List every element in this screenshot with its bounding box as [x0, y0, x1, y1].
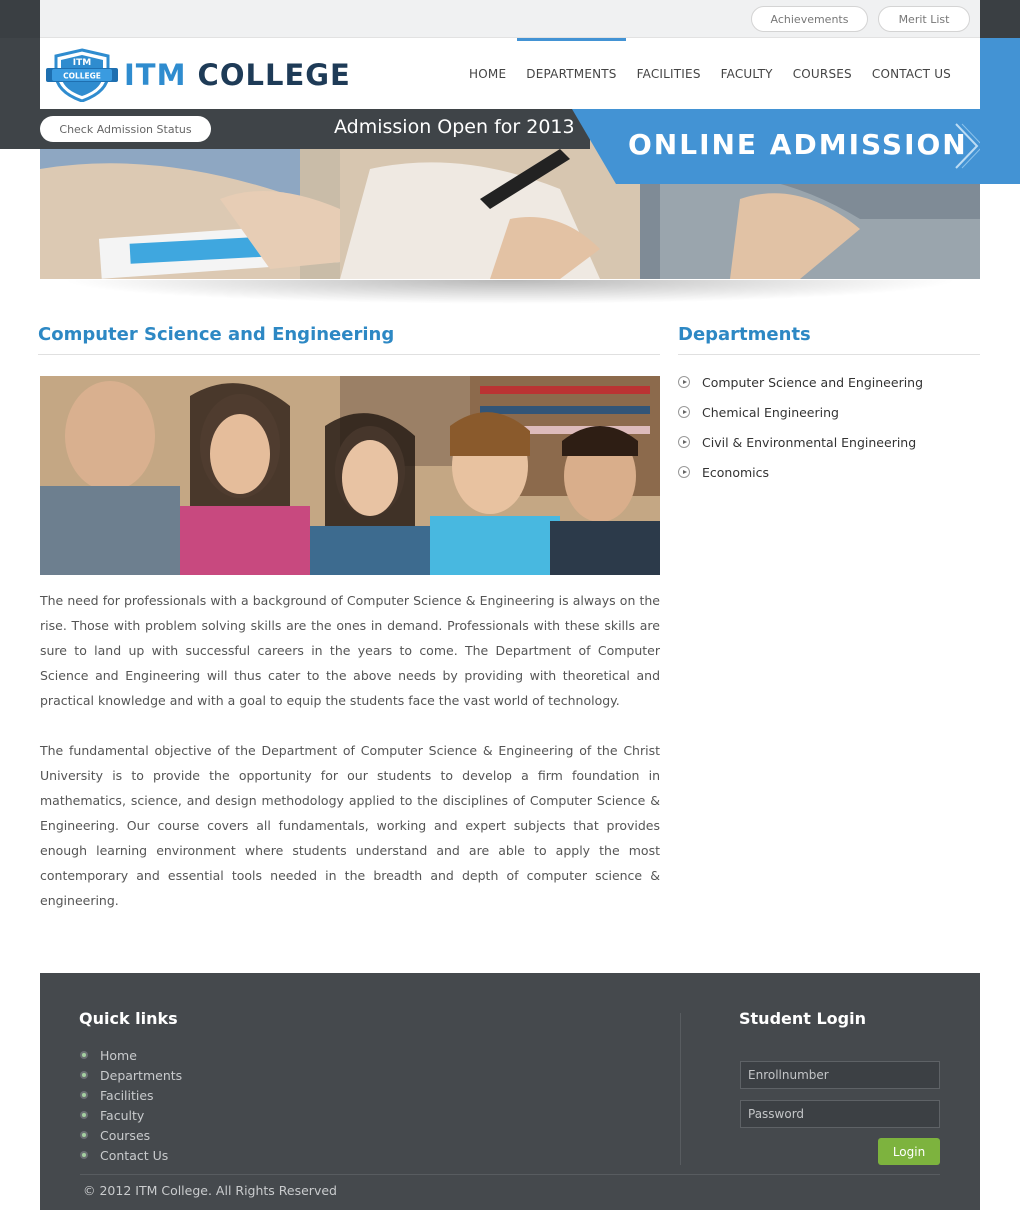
nav-facilities[interactable]: FACILITIES [628, 38, 710, 109]
header-band-left [0, 38, 40, 149]
dept-label: Computer Science and Engineering [702, 374, 924, 390]
online-admission-label: ONLINE ADMISSION [628, 128, 968, 161]
nav-courses[interactable]: COURSES [784, 38, 861, 109]
quick-link-home[interactable]: Home [80, 1045, 182, 1065]
merit-list-button[interactable]: Merit List [878, 6, 970, 32]
dept-item-computer-science[interactable]: Computer Science and Engineering [678, 367, 923, 397]
achievements-button[interactable]: Achievements [751, 6, 868, 32]
students-photo [40, 376, 660, 575]
login-button[interactable]: Login [878, 1138, 940, 1165]
top-strip-left [0, 0, 40, 38]
quick-link-facilities[interactable]: Facilities [80, 1085, 182, 1105]
title-divider [38, 354, 660, 355]
enroll-number-field[interactable] [740, 1061, 940, 1089]
quick-link-label: Contact Us [100, 1147, 169, 1163]
quick-link-label: Courses [100, 1127, 151, 1143]
top-utility-bar: Achievements Merit List [40, 0, 980, 38]
badge-line1: ITM [73, 58, 91, 68]
quick-link-contact-us[interactable]: Contact Us [80, 1145, 182, 1165]
copyright-text: © 2012 ITM College. All Rights Reserved [83, 1183, 337, 1198]
admission-open-text: Admission Open for 2013 [334, 116, 575, 138]
logo-word-college: COLLEGE [197, 58, 351, 92]
nav-faculty[interactable]: FACULTY [712, 38, 782, 109]
password-field[interactable] [740, 1100, 940, 1128]
bullet-icon [80, 1151, 88, 1159]
dept-item-chemical[interactable]: Chemical Engineering [678, 397, 923, 427]
footer-column-divider [680, 1013, 681, 1165]
quick-link-label: Departments [100, 1067, 183, 1083]
departments-title: Departments [678, 324, 811, 345]
objective-paragraph: The fundamental objective of the Departm… [40, 743, 660, 908]
quick-link-label: Home [100, 1047, 137, 1063]
quick-link-label: Faculty [100, 1107, 145, 1123]
quick-links-list: Home Departments Facilities Faculty Cour… [80, 1045, 182, 1165]
dept-item-civil[interactable]: Civil & Environmental Engineering [678, 427, 923, 457]
site-logo[interactable]: ITM COLLEGE ITM COLLEGE [46, 48, 351, 103]
quick-link-faculty[interactable]: Faculty [80, 1105, 182, 1125]
arrow-circle-icon [678, 376, 690, 388]
check-admission-status-button[interactable]: Check Admission Status [40, 116, 211, 142]
departments-list: Computer Science and Engineering Chemica… [678, 367, 923, 487]
header-band-right [980, 38, 1020, 184]
bullet-icon [80, 1091, 88, 1099]
arrow-circle-icon [678, 466, 690, 478]
nav-departments[interactable]: DEPARTMENTS [517, 38, 626, 109]
main-nav: HOME DEPARTMENTS FACILITIES FACULTY COUR… [458, 38, 960, 109]
bullet-icon [80, 1071, 88, 1079]
sidebar-divider [678, 354, 980, 355]
footer-divider [80, 1174, 940, 1175]
page-title: Computer Science and Engineering [38, 324, 395, 345]
dept-label: Chemical Engineering [702, 404, 839, 420]
top-strip-right [980, 0, 1020, 38]
site-header: ITM COLLEGE ITM COLLEGE HOME DEPARTMENTS… [40, 38, 980, 109]
shield-logo-icon: ITM COLLEGE [46, 48, 118, 103]
logo-word-itm: ITM [124, 58, 187, 92]
dept-label: Economics [702, 464, 770, 480]
bullet-icon [80, 1051, 88, 1059]
quick-links-title: Quick links [79, 1009, 178, 1028]
bullet-icon [80, 1131, 88, 1139]
quick-link-label: Facilities [100, 1087, 154, 1103]
quick-link-courses[interactable]: Courses [80, 1125, 182, 1145]
student-login-title: Student Login [739, 1009, 866, 1028]
nav-home[interactable]: HOME [460, 38, 515, 109]
intro-paragraph: The need for professionals with a backgr… [40, 593, 660, 708]
banner-shadow [60, 280, 960, 304]
site-footer: Quick links Home Departments Facilities … [40, 973, 980, 1210]
arrow-circle-icon [678, 436, 690, 448]
badge-line2: COLLEGE [63, 72, 101, 81]
quick-link-departments[interactable]: Departments [80, 1065, 182, 1085]
arrow-circle-icon [678, 406, 690, 418]
dept-label: Civil & Environmental Engineering [702, 434, 917, 450]
bullet-icon [80, 1111, 88, 1119]
logo-wordmark: ITM COLLEGE [124, 58, 351, 92]
dept-item-economics[interactable]: Economics [678, 457, 923, 487]
nav-contact-us[interactable]: CONTACT US [863, 38, 960, 109]
